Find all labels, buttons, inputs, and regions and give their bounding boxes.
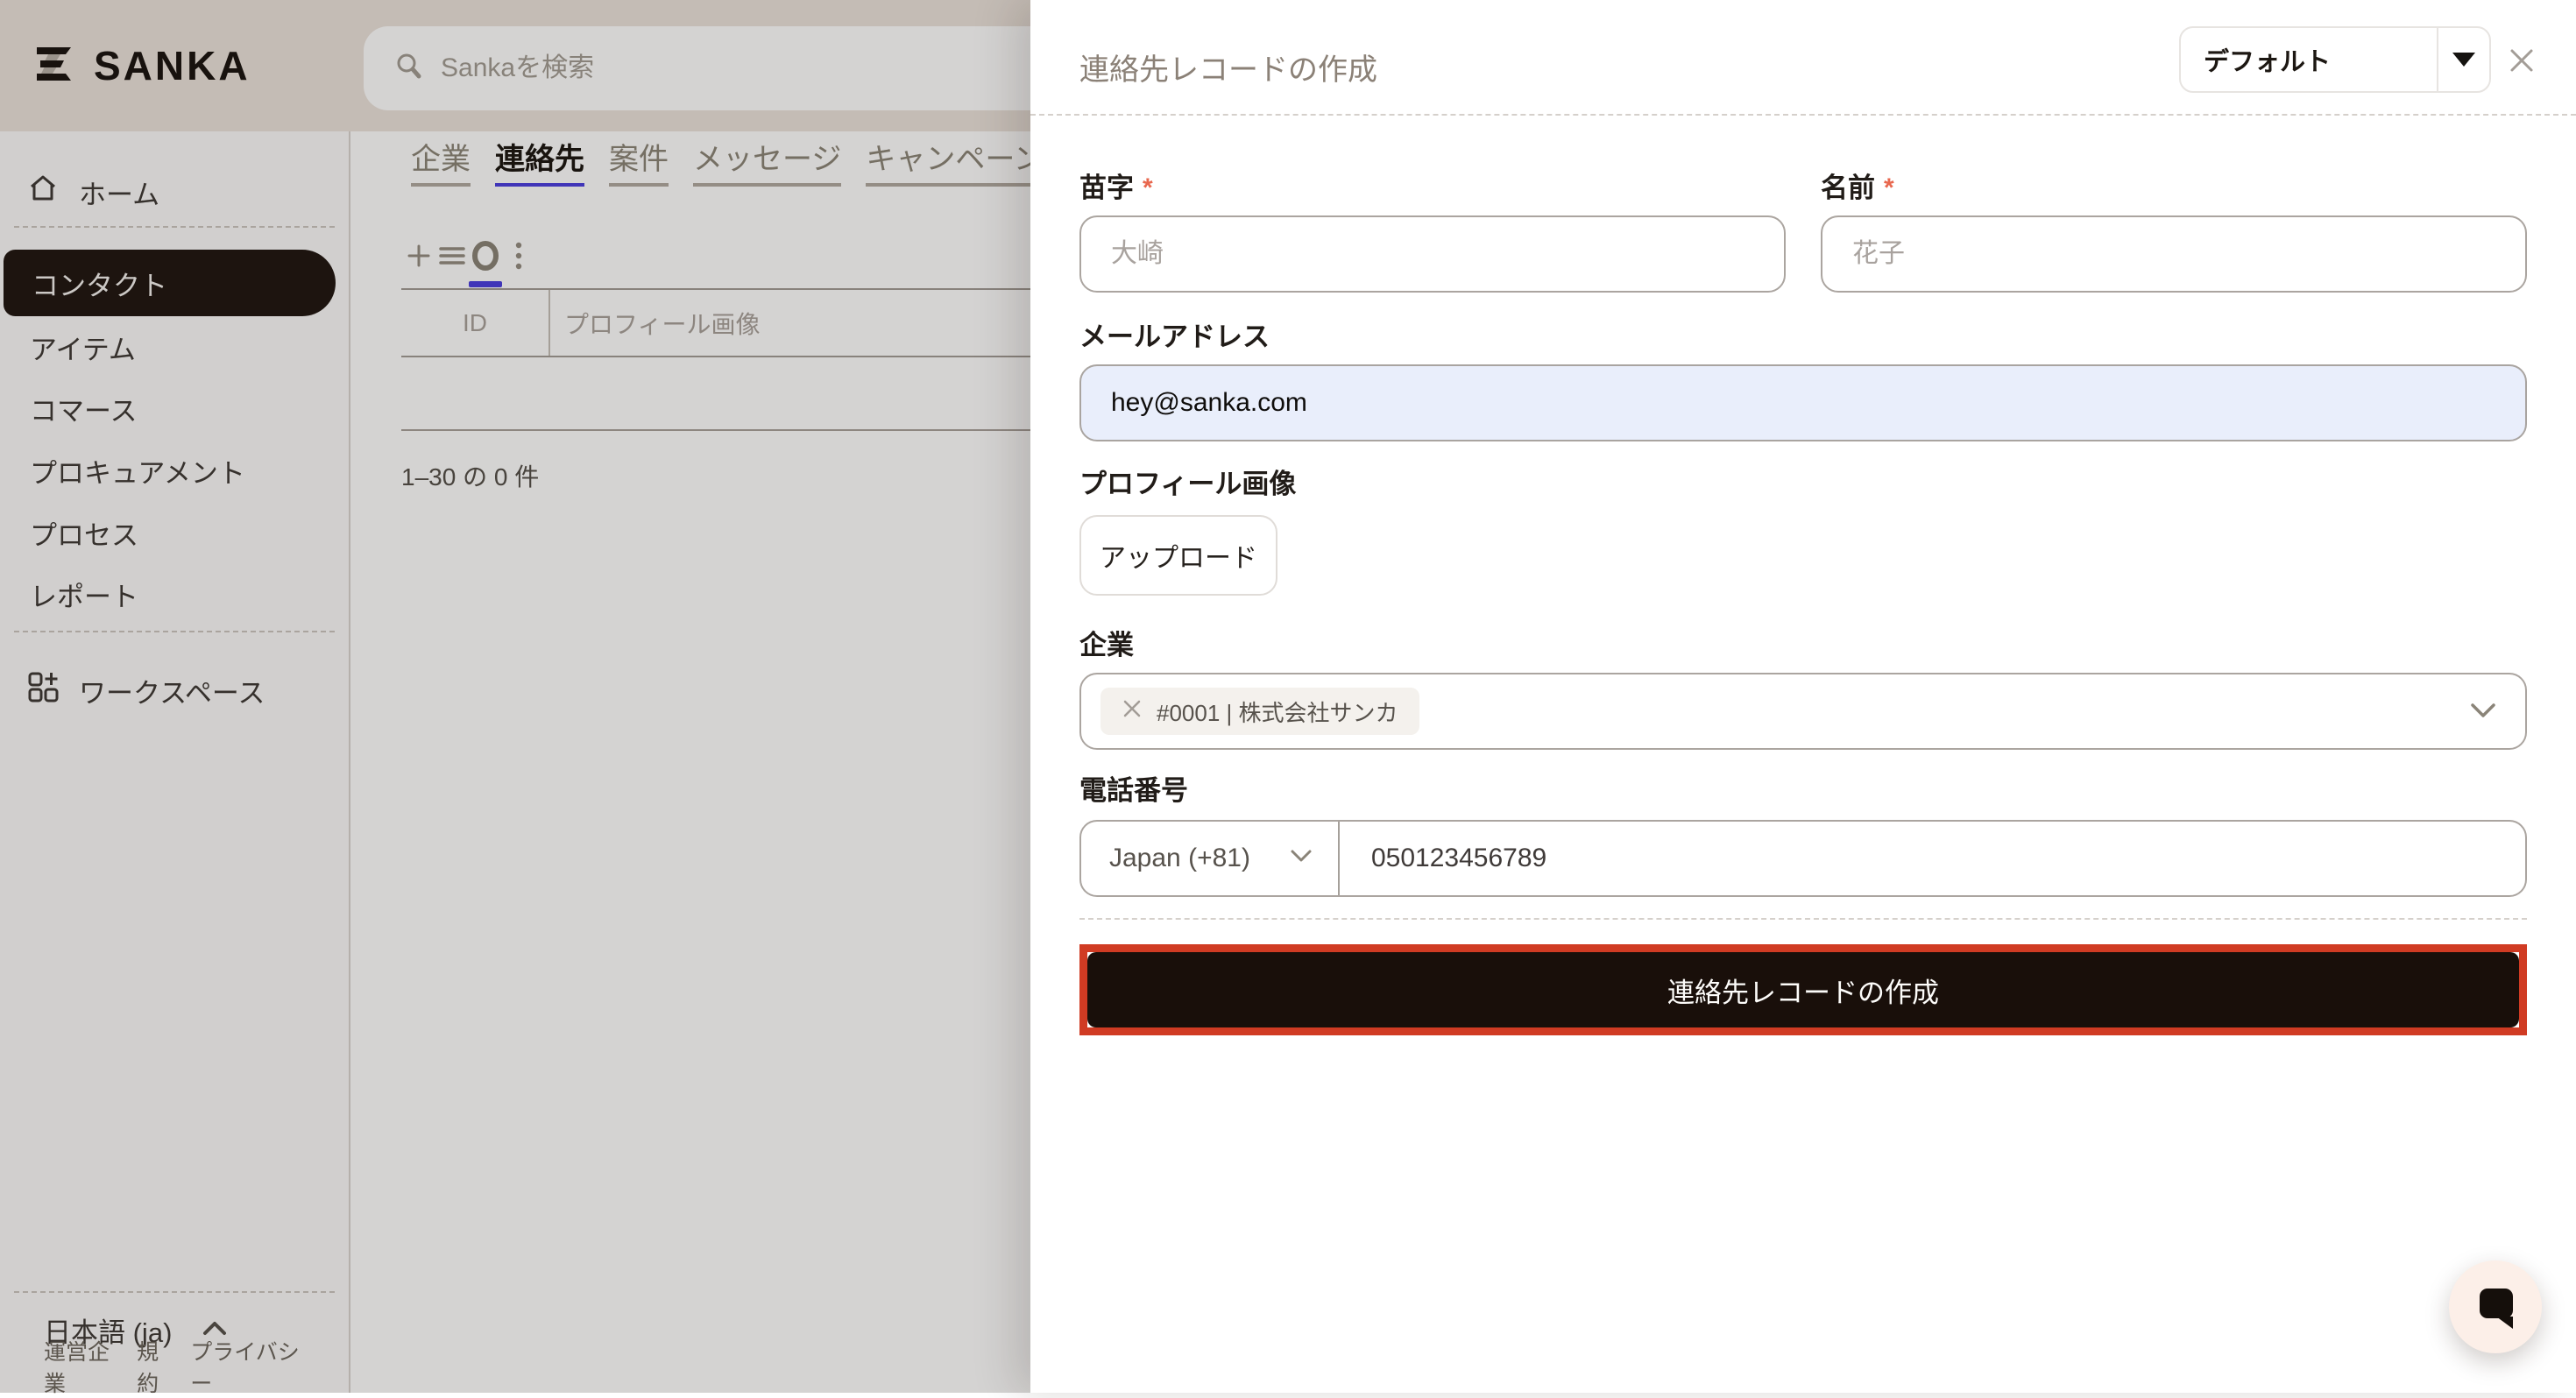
drawer-header: 連絡先レコードの作成 デフォルト — [1030, 0, 2576, 116]
email-input[interactable] — [1079, 364, 2527, 441]
form-divider — [1079, 918, 2527, 920]
last-name-label: 苗字 * — [1079, 172, 1786, 205]
close-drawer-button[interactable] — [2505, 46, 2538, 79]
company-select[interactable]: #0001 | 株式会社サンカ — [1079, 673, 2527, 750]
drawer-title: 連絡先レコードの作成 — [1079, 46, 1377, 88]
create-contact-submit-button[interactable]: 連絡先レコードの作成 — [1087, 952, 2519, 1027]
create-contact-drawer: 連絡先レコードの作成 デフォルト 苗字 * — [1030, 0, 2576, 1393]
profile-image-field: プロフィール画像 アップロード — [1079, 468, 2527, 596]
first-name-field: 名前 * — [1821, 172, 2527, 293]
last-name-input[interactable] — [1079, 215, 1786, 293]
drawer-body: 苗字 * 名前 * メールアドレス プロフィール画像 アップロード 企業 — [1030, 116, 2576, 1035]
phone-number-input[interactable] — [1340, 822, 2525, 895]
view-selector-value: デフォルト — [2181, 28, 2438, 91]
chat-fab-button[interactable] — [2449, 1260, 2542, 1353]
action-highlight-frame: 連絡先レコードの作成 — [1079, 944, 2527, 1035]
required-mark: * — [1884, 172, 1894, 205]
company-chip: #0001 | 株式会社サンカ — [1100, 688, 1419, 735]
chevron-down-icon — [2467, 674, 2499, 748]
country-code-value: Japan (+81) — [1109, 844, 1282, 873]
last-name-field: 苗字 * — [1079, 172, 1786, 293]
close-icon — [2507, 46, 2537, 80]
chat-bubble-icon — [2472, 1282, 2519, 1333]
company-field: 企業 #0001 | 株式会社サンカ — [1079, 629, 2527, 750]
dropdown-caret-button[interactable] — [2438, 28, 2489, 91]
email-field: メールアドレス — [1079, 321, 2527, 441]
remove-chip-icon[interactable] — [1122, 698, 1143, 725]
profile-image-label: プロフィール画像 — [1079, 468, 2527, 501]
first-name-input[interactable] — [1821, 215, 2527, 293]
country-code-select[interactable]: Japan (+81) — [1081, 822, 1338, 895]
triangle-down-icon — [2452, 53, 2475, 67]
required-mark: * — [1143, 172, 1153, 205]
chevron-down-icon — [1289, 849, 1313, 869]
first-name-label: 名前 * — [1821, 172, 2527, 205]
company-chip-label: #0001 | 株式会社サンカ — [1157, 695, 1398, 728]
email-label: メールアドレス — [1079, 321, 2527, 354]
view-selector-dropdown[interactable]: デフォルト — [2179, 26, 2491, 93]
company-label: 企業 — [1079, 629, 2527, 662]
phone-label: 電話番号 — [1079, 774, 2527, 808]
upload-button[interactable]: アップロード — [1079, 515, 1277, 596]
phone-field: 電話番号 Japan (+81) — [1079, 774, 2527, 897]
phone-input-group: Japan (+81) — [1079, 820, 2527, 897]
